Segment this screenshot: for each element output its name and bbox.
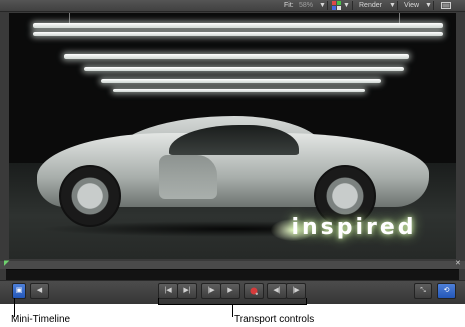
- layout-icon[interactable]: [441, 2, 451, 13]
- timeline-toggle-button[interactable]: ▣: [12, 283, 26, 299]
- ceiling-light: [33, 32, 443, 36]
- fullscreen-button[interactable]: ⤡: [414, 283, 432, 299]
- step-backward-frame-icon: ◀|: [273, 287, 281, 294]
- timeline-toggle-icon: ▣: [15, 287, 23, 294]
- timeline-header: [0, 261, 465, 269]
- ceiling-light: [84, 67, 404, 71]
- previous-icon: ◀: [36, 287, 43, 294]
- ceiling-light: [101, 79, 381, 83]
- callout-line: [232, 304, 233, 317]
- layout-icon: [441, 2, 451, 9]
- canvas-header: Fit: 58% ▼ ▼ Render ▼ View ▼: [0, 0, 465, 12]
- mini-timeline-callout: Mini-Timeline: [11, 314, 71, 325]
- chevron-down-icon[interactable]: ▼: [389, 0, 396, 11]
- ceiling-light: [113, 89, 365, 92]
- car-image: [159, 155, 217, 199]
- chevron-down-icon[interactable]: ▼: [425, 0, 432, 11]
- title-overlay-text: inspired: [291, 215, 417, 240]
- fit-label: Fit:: [284, 2, 294, 9]
- in-point-icon[interactable]: ◤: [4, 260, 10, 267]
- view-menu[interactable]: View: [404, 0, 419, 11]
- record-button[interactable]: [244, 283, 264, 299]
- loop-icon: ⟲: [443, 287, 450, 294]
- go-to-end-icon: ▶|: [183, 287, 191, 294]
- fullscreen-icon: ⤡: [420, 287, 426, 294]
- out-point-icon[interactable]: ✕: [455, 260, 461, 267]
- car-wheel: [59, 165, 121, 227]
- transport-controls-callout: Transport controls: [234, 314, 315, 325]
- previous-button[interactable]: ◀: [30, 283, 49, 299]
- go-to-start-button[interactable]: |◀: [158, 283, 178, 299]
- canvas-window: Fit: 58% ▼ ▼ Render ▼ View ▼ inspired ◤ …: [0, 0, 465, 304]
- play-icon: ▶: [227, 287, 233, 294]
- record-icon: [250, 287, 258, 295]
- step-backward-frame-button[interactable]: ◀|: [267, 283, 287, 299]
- go-to-start-icon: |◀: [164, 287, 172, 294]
- chevron-down-icon[interactable]: ▼: [343, 0, 350, 11]
- mini-timeline[interactable]: [6, 269, 459, 280]
- channel-icon: [332, 1, 341, 10]
- canvas-viewport[interactable]: inspired: [9, 13, 456, 259]
- step-back-icon: |▶: [207, 287, 215, 294]
- ceiling-light: [33, 23, 443, 28]
- zoom-value[interactable]: 58%: [299, 0, 313, 11]
- play-button[interactable]: ▶: [220, 283, 240, 299]
- step-back-button[interactable]: |▶: [201, 283, 221, 299]
- loop-button[interactable]: ⟲: [437, 283, 456, 299]
- step-forward-frame-button[interactable]: |▶: [286, 283, 306, 299]
- channel-icon[interactable]: [332, 1, 341, 12]
- chevron-down-icon[interactable]: ▼: [319, 0, 326, 11]
- ceiling-light: [64, 54, 409, 59]
- step-forward-frame-icon: |▶: [292, 287, 300, 294]
- go-to-end-button[interactable]: ▶|: [177, 283, 197, 299]
- render-menu[interactable]: Render: [359, 0, 382, 11]
